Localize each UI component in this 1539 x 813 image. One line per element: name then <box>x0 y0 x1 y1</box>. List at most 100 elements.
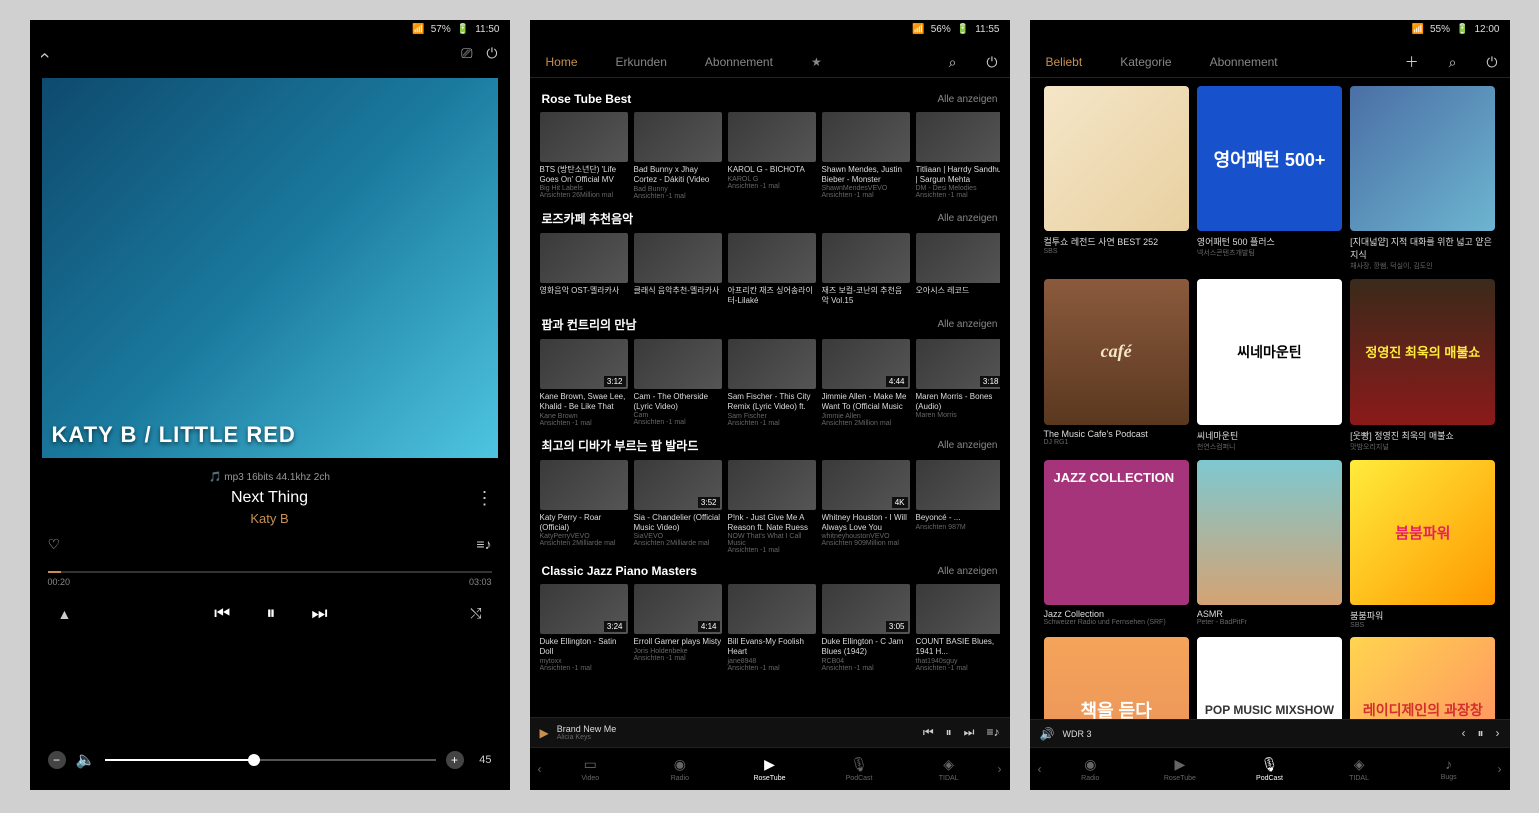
nav-prev-icon[interactable]: ‹ <box>534 762 546 776</box>
podcast-card[interactable]: 붐붐파워붐붐파워SBS <box>1350 460 1495 629</box>
podcast-card[interactable]: caféThe Music Cafe's PodcastDJ RG1 <box>1044 279 1189 451</box>
nav-podcast[interactable]: 🎙PodCast <box>814 756 904 782</box>
add-icon[interactable]: ＋ <box>1405 52 1419 72</box>
podcast-card[interactable]: 컬투쇼 레전드 사연 BEST 252SBS <box>1044 86 1189 271</box>
video-row[interactable]: Katy Perry - Roar (Official)KatyPerryVEV… <box>540 460 1000 554</box>
collapse-icon[interactable]: ‹ <box>34 53 55 59</box>
miniplayer[interactable]: 🔊 WDR 3 ‹ ⏸ › <box>1030 719 1510 747</box>
mini-prev-icon[interactable]: ‹ <box>1461 726 1465 741</box>
tab-subscription[interactable]: Abonnement <box>701 47 777 77</box>
volume-down-button[interactable]: − <box>48 751 66 769</box>
mini-play-icon[interactable]: 🔊 <box>1040 727 1055 741</box>
video-tile[interactable]: 아프리칸 재즈 싱어송라이터-Lilaké <box>728 233 816 306</box>
video-row[interactable]: 3:12Kane Brown, Swae Lee, Khalid - Be Li… <box>540 339 1000 427</box>
video-tile[interactable]: 재즈 보컬-코난의 추천음악 Vol.15 <box>822 233 910 306</box>
podcast-card[interactable]: JAZZ COLLECTIONJazz CollectionSchweizer … <box>1044 460 1189 629</box>
nav-bugs[interactable]: ♪Bugs <box>1404 756 1494 782</box>
power-icon[interactable]: ⏻ <box>486 45 497 66</box>
video-tile[interactable]: KAROL G - BICHOTAKAROL GAnsichten -1 mal <box>728 112 816 200</box>
pause-icon[interactable]: ⏸ <box>266 603 275 624</box>
cast-icon[interactable]: ⎚ <box>461 45 472 66</box>
queue-icon[interactable]: ≡♪ <box>476 536 491 553</box>
content-area[interactable]: 컬투쇼 레전드 사연 BEST 252SBS영어패턴 500+영어패턴 500 … <box>1030 78 1510 719</box>
video-tile[interactable]: Beyoncé - ...Ansichten 987M <box>916 460 1000 554</box>
nav-radio[interactable]: ◉Radio <box>635 756 725 782</box>
next-icon[interactable]: ⏭ <box>311 603 327 624</box>
nav-next-icon[interactable]: › <box>1493 762 1505 776</box>
more-icon[interactable]: ⋮ <box>476 488 494 509</box>
video-tile[interactable]: 3:12Kane Brown, Swae Lee, Khalid - Be Li… <box>540 339 628 427</box>
tab-favorites[interactable]: ★ <box>807 47 826 77</box>
search-icon[interactable]: ⌕ <box>949 54 957 71</box>
video-row[interactable]: 영화음악 OST-멜라카사클래식 음악추천-멜라카사아프리칸 재즈 싱어송라이터… <box>540 233 1000 306</box>
podcast-card[interactable]: POP MUSIC MIXSHOW <box>1197 637 1342 719</box>
nav-video[interactable]: ▭Video <box>546 756 636 782</box>
mini-next-icon[interactable]: › <box>1496 726 1500 741</box>
mini-next-icon[interactable]: ⏭ <box>964 725 975 740</box>
video-tile[interactable]: P!nk - Just Give Me A Reason ft. Nate Ru… <box>728 460 816 554</box>
show-all-link[interactable]: Alle anzeigen <box>937 319 997 330</box>
video-tile[interactable]: 3:05Duke Ellington - C Jam Blues (1942)R… <box>822 584 910 671</box>
tab-home[interactable]: Home <box>542 47 582 77</box>
podcast-card[interactable]: 레이디제인의 과장창 <box>1350 637 1495 719</box>
video-tile[interactable]: 영화음악 OST-멜라카사 <box>540 233 628 306</box>
podcast-card[interactable]: 씨네마운틴씨네마운틴천연스컴퍼니 <box>1197 279 1342 451</box>
show-all-link[interactable]: Alle anzeigen <box>937 440 997 451</box>
nav-prev-icon[interactable]: ‹ <box>1034 762 1046 776</box>
video-tile[interactable]: Bad Bunny x Jhay Cortez - Dákiti (Video … <box>634 112 722 200</box>
video-tile[interactable]: Bill Evans-My Foolish Heartjane8948Ansic… <box>728 584 816 671</box>
miniplayer[interactable]: ▶ Brand New Me Alicia Keys ⏮ ⏸ ⏭ ≡♪ <box>530 717 1010 747</box>
video-tile[interactable]: 4:14Erroll Garner plays MistyJoris Holde… <box>634 584 722 671</box>
prev-icon[interactable]: ⏮ <box>214 603 230 624</box>
content-area[interactable]: Rose Tube BestAlle anzeigenBTS (방탄소년단) '… <box>530 78 1010 717</box>
tab-popular[interactable]: Beliebt <box>1042 47 1087 77</box>
nav-radio[interactable]: ◉Radio <box>1046 756 1136 782</box>
video-tile[interactable]: 3:52Sia - Chandelier (Official Music Vid… <box>634 460 722 554</box>
nav-tidal[interactable]: ◈TIDAL <box>904 756 994 782</box>
mini-prev-icon[interactable]: ⏮ <box>923 725 934 740</box>
video-tile[interactable]: 4:44Jimmie Allen - Make Me Want To (Offi… <box>822 339 910 427</box>
shuffle-icon[interactable]: ⤭ <box>470 605 481 622</box>
video-row[interactable]: BTS (방탄소년단) 'Life Goes On' Official MVBi… <box>540 112 1000 200</box>
video-tile[interactable]: 오아시스 레코드 <box>916 233 1000 306</box>
video-tile[interactable]: COUNT BASIE Blues, 1941 H...that1940sguy… <box>916 584 1000 671</box>
podcast-card[interactable]: [지대넓얕] 지적 대화를 위한 넓고 얕은 지식채사장, 깡쌤, 덕실이, 김… <box>1350 86 1495 271</box>
progress-bar[interactable] <box>48 571 492 573</box>
podcast-card[interactable]: 영어패턴 500+영어패턴 500 플러스넥서스콘텐츠개발팀 <box>1197 86 1342 271</box>
show-all-link[interactable]: Alle anzeigen <box>937 213 997 224</box>
nav-rosetube[interactable]: ▶RoseTube <box>1135 756 1225 782</box>
mini-queue-icon[interactable]: ≡♪ <box>986 725 999 740</box>
video-row[interactable]: 3:24Duke Ellington - Satin DollmytoxxAns… <box>540 584 1000 671</box>
tab-subscription[interactable]: Abonnement <box>1206 47 1282 77</box>
video-tile[interactable]: Shawn Mendes, Justin Bieber - MonsterSha… <box>822 112 910 200</box>
mini-pause-icon[interactable]: ⏸ <box>946 725 952 740</box>
volume-up-button[interactable]: + <box>446 751 464 769</box>
video-tile[interactable]: 클래식 음악추천-멜라카사 <box>634 233 722 306</box>
video-tile[interactable]: Titliaan | Harrdy Sandhu | Sargun MehtaD… <box>916 112 1000 200</box>
nav-podcast[interactable]: 🎙PodCast <box>1225 756 1315 782</box>
podcast-card[interactable]: 정영진 최욱의 매불쇼[웃빵] 정영진 최욱의 매불쇼맛밤오리지널 <box>1350 279 1495 451</box>
mini-play-icon[interactable]: ▶ <box>540 726 549 740</box>
nav-rosetube[interactable]: ▶RoseTube <box>725 756 815 782</box>
favorite-icon[interactable]: ♡ <box>48 536 61 553</box>
volume-slider[interactable] <box>105 759 435 761</box>
mini-pause-icon[interactable]: ⏸ <box>1477 726 1483 741</box>
power-icon[interactable]: ⏻ <box>1486 54 1497 71</box>
repeat-icon[interactable]: ▲ <box>58 606 72 622</box>
video-tile[interactable]: Sam Fischer - This City Remix (Lyric Vid… <box>728 339 816 427</box>
nav-tidal[interactable]: ◈TIDAL <box>1314 756 1404 782</box>
video-tile[interactable]: Cam - The Otherside (Lyric Video)CamAnsi… <box>634 339 722 427</box>
tab-category[interactable]: Kategorie <box>1116 47 1175 77</box>
podcast-card[interactable]: ASMRPeter - BadPitFr <box>1197 460 1342 629</box>
video-tile[interactable]: BTS (방탄소년단) 'Life Goes On' Official MVBi… <box>540 112 628 200</box>
nav-next-icon[interactable]: › <box>993 762 1005 776</box>
video-tile[interactable]: 3:24Duke Ellington - Satin DollmytoxxAns… <box>540 584 628 671</box>
podcast-card[interactable]: 책을 듣다 <box>1044 637 1189 719</box>
video-tile[interactable]: 4KWhitney Houston - I Will Always Love Y… <box>822 460 910 554</box>
show-all-link[interactable]: Alle anzeigen <box>937 566 997 577</box>
power-icon[interactable]: ⏻ <box>986 54 997 71</box>
show-all-link[interactable]: Alle anzeigen <box>937 94 997 105</box>
video-tile[interactable]: 3:18Maren Morris - Bones (Audio)Maren Mo… <box>916 339 1000 427</box>
tab-explore[interactable]: Erkunden <box>612 47 671 77</box>
search-icon[interactable]: ⌕ <box>1449 54 1457 71</box>
